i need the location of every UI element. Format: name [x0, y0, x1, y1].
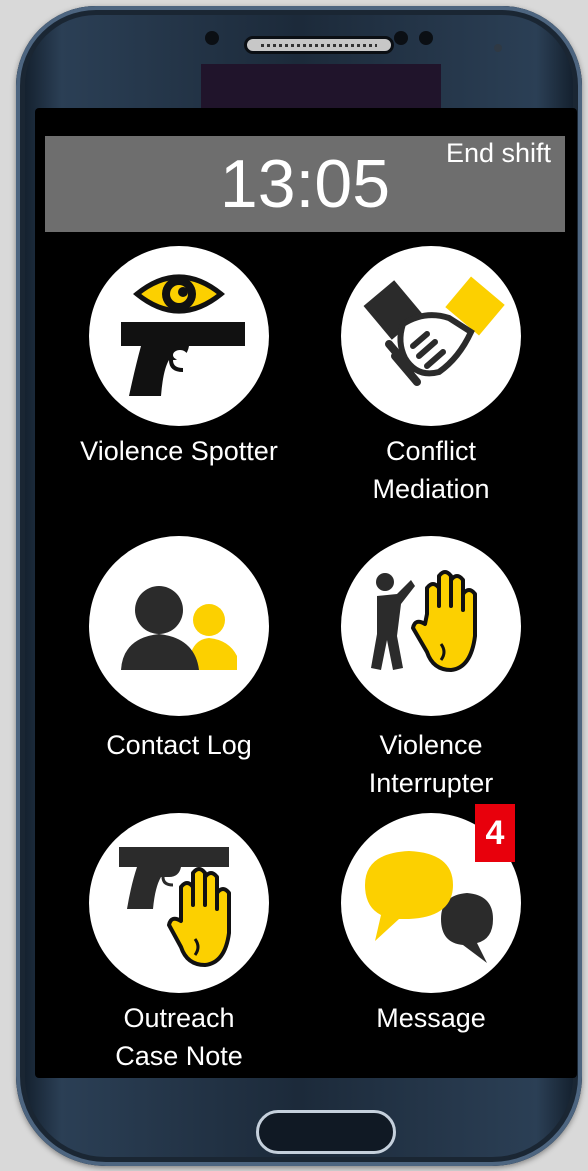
proximity-sensor-icon	[494, 44, 502, 52]
pistol-stop-hand-icon	[119, 847, 231, 967]
sensor-dot-icon	[394, 31, 408, 45]
violence-interrupter-circle	[341, 536, 521, 716]
app-screen: 13:05 End shift Violence Spotter Conflic…	[35, 108, 577, 1078]
contact-log-circle	[89, 536, 269, 716]
people-icon	[121, 586, 237, 670]
conflict-mediation-circle	[341, 246, 521, 426]
sensor-dot-icon	[419, 31, 433, 45]
figure-stop-hand-icon	[371, 570, 477, 672]
outreach-case-note-circle	[89, 813, 269, 993]
tile-label: Contact Log	[106, 730, 252, 760]
handshake-icon	[363, 276, 505, 386]
end-shift-button[interactable]: End shift	[446, 138, 551, 169]
unread-message-badge: 4	[475, 804, 515, 862]
violence-spotter-circle	[89, 246, 269, 426]
earpiece-speaker	[244, 36, 394, 54]
tile-label: Outreach Case Note	[115, 1003, 243, 1071]
eye-pistol-icon	[121, 274, 245, 396]
tile-label: Violence Interrupter	[368, 730, 494, 798]
tile-label: Violence Spotter	[80, 436, 278, 466]
shift-header: 13:05 End shift	[45, 136, 565, 232]
tile-label: Conflict Mediation	[372, 436, 490, 504]
front-camera-icon	[205, 31, 219, 45]
tile-label: Message	[376, 1003, 486, 1033]
home-button[interactable]	[256, 1110, 396, 1154]
notification-strip	[201, 64, 441, 110]
